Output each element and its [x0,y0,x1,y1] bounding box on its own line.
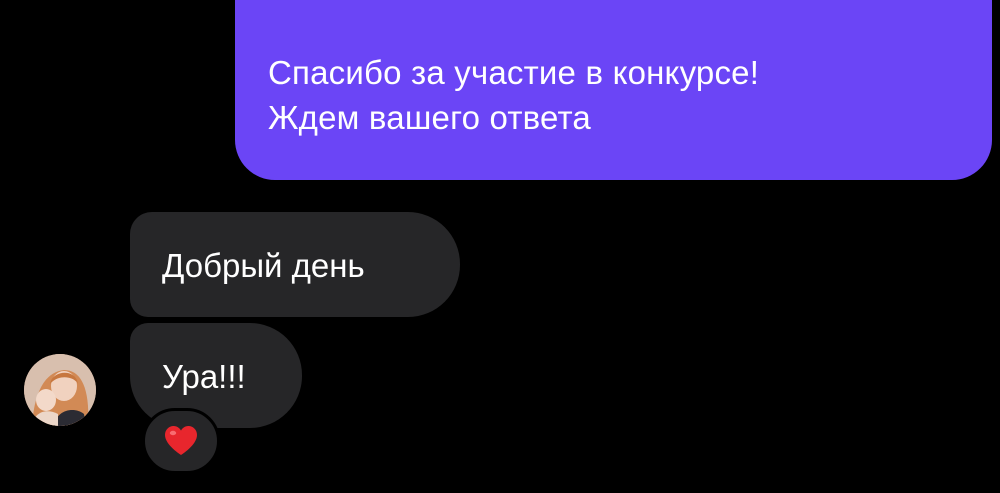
incoming-message-bubble[interactable]: Ура!!! [130,323,302,428]
outgoing-message-bubble[interactable]: Спасибо за участие в конкурсе! Ждем ваше… [235,0,992,180]
outgoing-message-line-2: Ждем вашего ответа [268,99,591,136]
incoming-message-bubble[interactable]: Добрый день [130,212,460,317]
red-heart-icon [165,426,197,455]
sender-avatar[interactable] [24,354,96,426]
avatar-photo-icon [24,354,96,426]
outgoing-message-text: Спасибо за участие в конкурсе! Ждем ваше… [268,50,972,140]
reaction-badge[interactable] [142,408,220,474]
incoming-message-text: Ура!!! [162,358,246,395]
incoming-message-text: Добрый день [162,247,365,284]
outgoing-message-line-1: Спасибо за участие в конкурсе! [268,54,760,91]
